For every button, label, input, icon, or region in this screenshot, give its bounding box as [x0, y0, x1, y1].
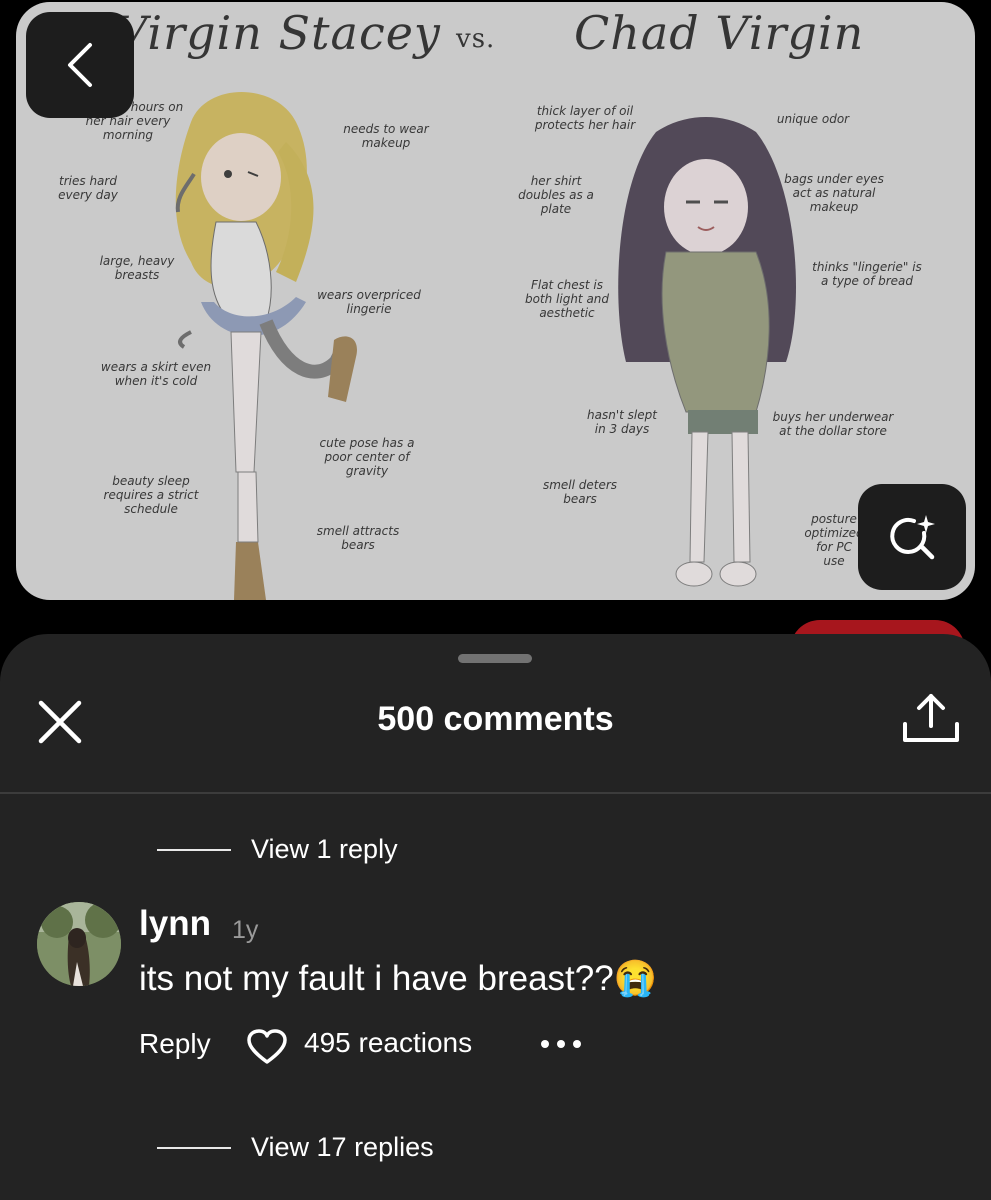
visual-search-button[interactable] [858, 484, 966, 590]
share-icon [903, 694, 959, 742]
reply-button[interactable]: Reply [139, 1028, 211, 1060]
avatar-photo [37, 902, 121, 986]
comments-sheet: 500 comments View 1 reply lynn 1y its no… [0, 634, 991, 1200]
header-divider [0, 792, 991, 794]
comment-username[interactable]: lynn [139, 904, 211, 944]
reactions-count[interactable]: 495 reactions [304, 1027, 472, 1059]
sheet-drag-handle[interactable] [458, 654, 532, 663]
share-button[interactable] [900, 690, 962, 748]
comment-text: its not my fault i have breast??😭 [139, 959, 658, 998]
pin-image[interactable]: Virgin Stacey vs. Chad Virgin spends 3 h… [16, 2, 975, 600]
reply-thread-line [157, 848, 231, 851]
view-replies-top-label: View 1 reply [251, 834, 398, 864]
comment-time: 1y [232, 916, 259, 944]
image-overlay [16, 2, 975, 600]
more-options-icon[interactable] [540, 1036, 582, 1052]
heart-icon-svg [247, 1029, 287, 1064]
chevron-left-icon [68, 43, 92, 87]
back-button[interactable] [26, 12, 134, 118]
comments-count-title: 500 comments [377, 700, 614, 738]
visual-search-icon [890, 515, 935, 560]
view-replies-bottom-label: View 17 replies [251, 1132, 434, 1162]
avatar[interactable] [37, 902, 121, 986]
heart-icon[interactable] [246, 1028, 288, 1066]
view-replies-top[interactable]: View 1 reply [157, 834, 398, 865]
more-dots [541, 1040, 581, 1048]
reply-thread-line [157, 1146, 231, 1149]
view-replies-bottom[interactable]: View 17 replies [157, 1132, 434, 1163]
